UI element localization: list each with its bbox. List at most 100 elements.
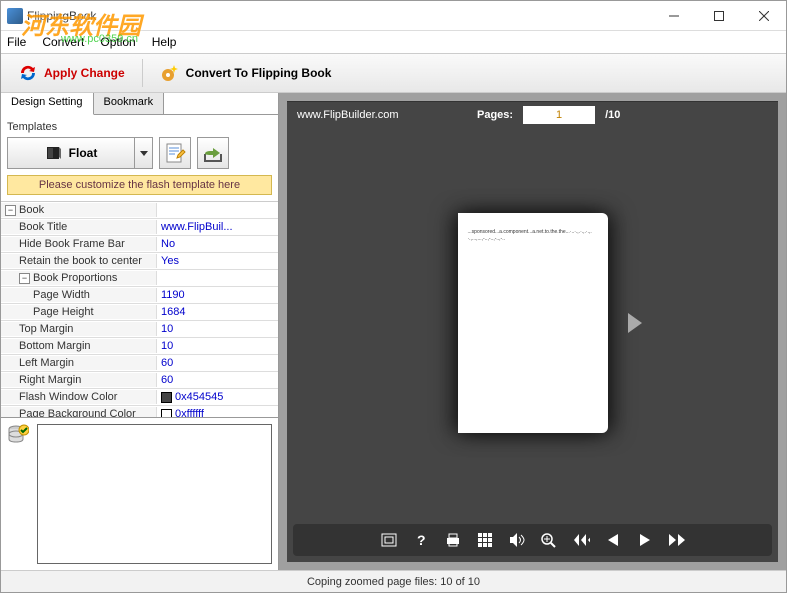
tree-toggle-icon[interactable]: − [5, 205, 16, 216]
menu-help[interactable]: Help [152, 35, 177, 49]
zoom-icon[interactable] [540, 531, 558, 549]
templates-area: Templates Float Please customize the fla… [1, 115, 278, 202]
color-swatch [161, 392, 172, 403]
tab-design-setting[interactable]: Design Setting [1, 93, 94, 115]
maximize-button[interactable] [696, 1, 741, 30]
property-label: Bottom Margin [1, 339, 157, 353]
apply-change-button[interactable]: Apply Change [7, 59, 136, 87]
menubar: File Convert Option Help [1, 31, 786, 53]
property-label: Page Width [1, 288, 157, 302]
property-value[interactable]: No [157, 237, 278, 251]
close-button[interactable] [741, 1, 786, 30]
toolbar-separator [142, 59, 143, 87]
property-value[interactable]: Yes [157, 254, 278, 268]
export-template-button[interactable] [197, 137, 229, 169]
import-template-button[interactable] [159, 137, 191, 169]
template-selector[interactable]: Float [7, 137, 135, 169]
tree-toggle-icon[interactable]: − [19, 273, 30, 284]
maximize-icon [714, 11, 724, 21]
close-icon [759, 11, 769, 21]
property-row: Bottom Margin10 [1, 338, 278, 355]
property-label: Left Margin [1, 356, 157, 370]
property-value[interactable]: 60 [157, 356, 278, 370]
total-pages: /10 [605, 109, 620, 121]
first-page-icon[interactable] [572, 531, 590, 549]
statusbar: Coping zoomed page files: 10 of 10 [1, 570, 786, 592]
svg-text:?: ? [417, 533, 426, 547]
viewer-toolbar: ? [293, 524, 772, 556]
gear-star-icon [160, 63, 180, 83]
property-row: Hide Book Frame BarNo [1, 236, 278, 253]
help-icon[interactable]: ? [412, 531, 430, 549]
page-number-input[interactable] [523, 106, 595, 124]
property-value[interactable]: www.FlipBuil... [157, 220, 278, 234]
thumbnails-icon[interactable] [476, 531, 494, 549]
property-value[interactable]: 0xffffff [157, 407, 278, 418]
convert-label: Convert To Flipping Book [186, 66, 332, 80]
menu-file[interactable]: File [7, 35, 26, 49]
property-value [157, 277, 278, 279]
toolbar: Apply Change Convert To Flipping Book [1, 53, 786, 93]
properties-grid: −BookBook Titlewww.FlipBuil...Hide Book … [1, 202, 278, 418]
property-label: Book Title [1, 220, 157, 234]
prev-page-icon[interactable] [604, 531, 622, 549]
menu-option[interactable]: Option [100, 35, 135, 49]
property-row: Page Background Color0xffffff [1, 406, 278, 418]
property-value[interactable]: 10 [157, 322, 278, 336]
pages-label: Pages: [477, 109, 513, 121]
document-edit-icon [164, 142, 186, 164]
export-icon [202, 142, 224, 164]
property-label: Flash Window Color [1, 390, 157, 404]
play-icon [628, 313, 642, 333]
property-row: −Book Proportions [1, 270, 278, 287]
bottom-preview-area [1, 418, 278, 570]
chevron-down-icon [140, 151, 148, 156]
flipbook-viewer: www.FlipBuilder.com Pages: /10 ...sponso… [287, 101, 778, 562]
property-label: −Book Proportions [1, 271, 157, 285]
next-page-icon[interactable] [636, 531, 654, 549]
property-value[interactable]: 60 [157, 373, 278, 387]
property-label: Right Margin [1, 373, 157, 387]
property-preview-box [37, 424, 272, 564]
viewer-stage[interactable]: ...sponsored...a.component...a.net.to.th… [287, 128, 778, 518]
apply-label: Apply Change [44, 66, 125, 80]
property-value[interactable]: 1684 [157, 305, 278, 319]
property-value[interactable]: 1190 [157, 288, 278, 302]
viewer-url: www.FlipBuilder.com [297, 109, 467, 121]
sound-icon[interactable] [508, 531, 526, 549]
panel-tabs: Design Setting Bookmark [1, 93, 278, 115]
convert-button[interactable]: Convert To Flipping Book [149, 58, 343, 88]
minimize-button[interactable] [651, 1, 696, 30]
property-value[interactable]: 0x454545 [157, 390, 278, 404]
template-name: Float [69, 146, 98, 160]
property-label: Page Height [1, 305, 157, 319]
property-label: −Book [1, 203, 157, 217]
frame-icon[interactable] [380, 531, 398, 549]
database-icon[interactable] [7, 424, 31, 446]
tab-bookmark[interactable]: Bookmark [94, 93, 165, 114]
content: Design Setting Bookmark Templates Float [1, 93, 786, 570]
property-label: Top Margin [1, 322, 157, 336]
property-row: −Book [1, 202, 278, 219]
property-label: Retain the book to center [1, 254, 157, 268]
right-panel: www.FlipBuilder.com Pages: /10 ...sponso… [279, 93, 786, 570]
next-page-arrow[interactable] [628, 313, 642, 333]
property-row: Top Margin10 [1, 321, 278, 338]
templates-row: Float [7, 137, 272, 169]
property-row: Flash Window Color0x454545 [1, 389, 278, 406]
viewer-header: www.FlipBuilder.com Pages: /10 [287, 102, 778, 128]
book-page[interactable]: ...sponsored...a.component...a.net.to.th… [458, 213, 608, 433]
property-label: Page Background Color [1, 407, 157, 418]
property-row: Page Width1190 [1, 287, 278, 304]
property-label: Hide Book Frame Bar [1, 237, 157, 251]
window-title: FlippingBook [27, 9, 96, 23]
property-row: Page Height1684 [1, 304, 278, 321]
menu-convert[interactable]: Convert [42, 35, 84, 49]
customize-template-link[interactable]: Please customize the flash template here [7, 175, 272, 195]
property-row: Right Margin60 [1, 372, 278, 389]
property-row: Left Margin60 [1, 355, 278, 372]
property-value[interactable]: 10 [157, 339, 278, 353]
template-dropdown[interactable] [135, 137, 153, 169]
print-icon[interactable] [444, 531, 462, 549]
last-page-icon[interactable] [668, 531, 686, 549]
